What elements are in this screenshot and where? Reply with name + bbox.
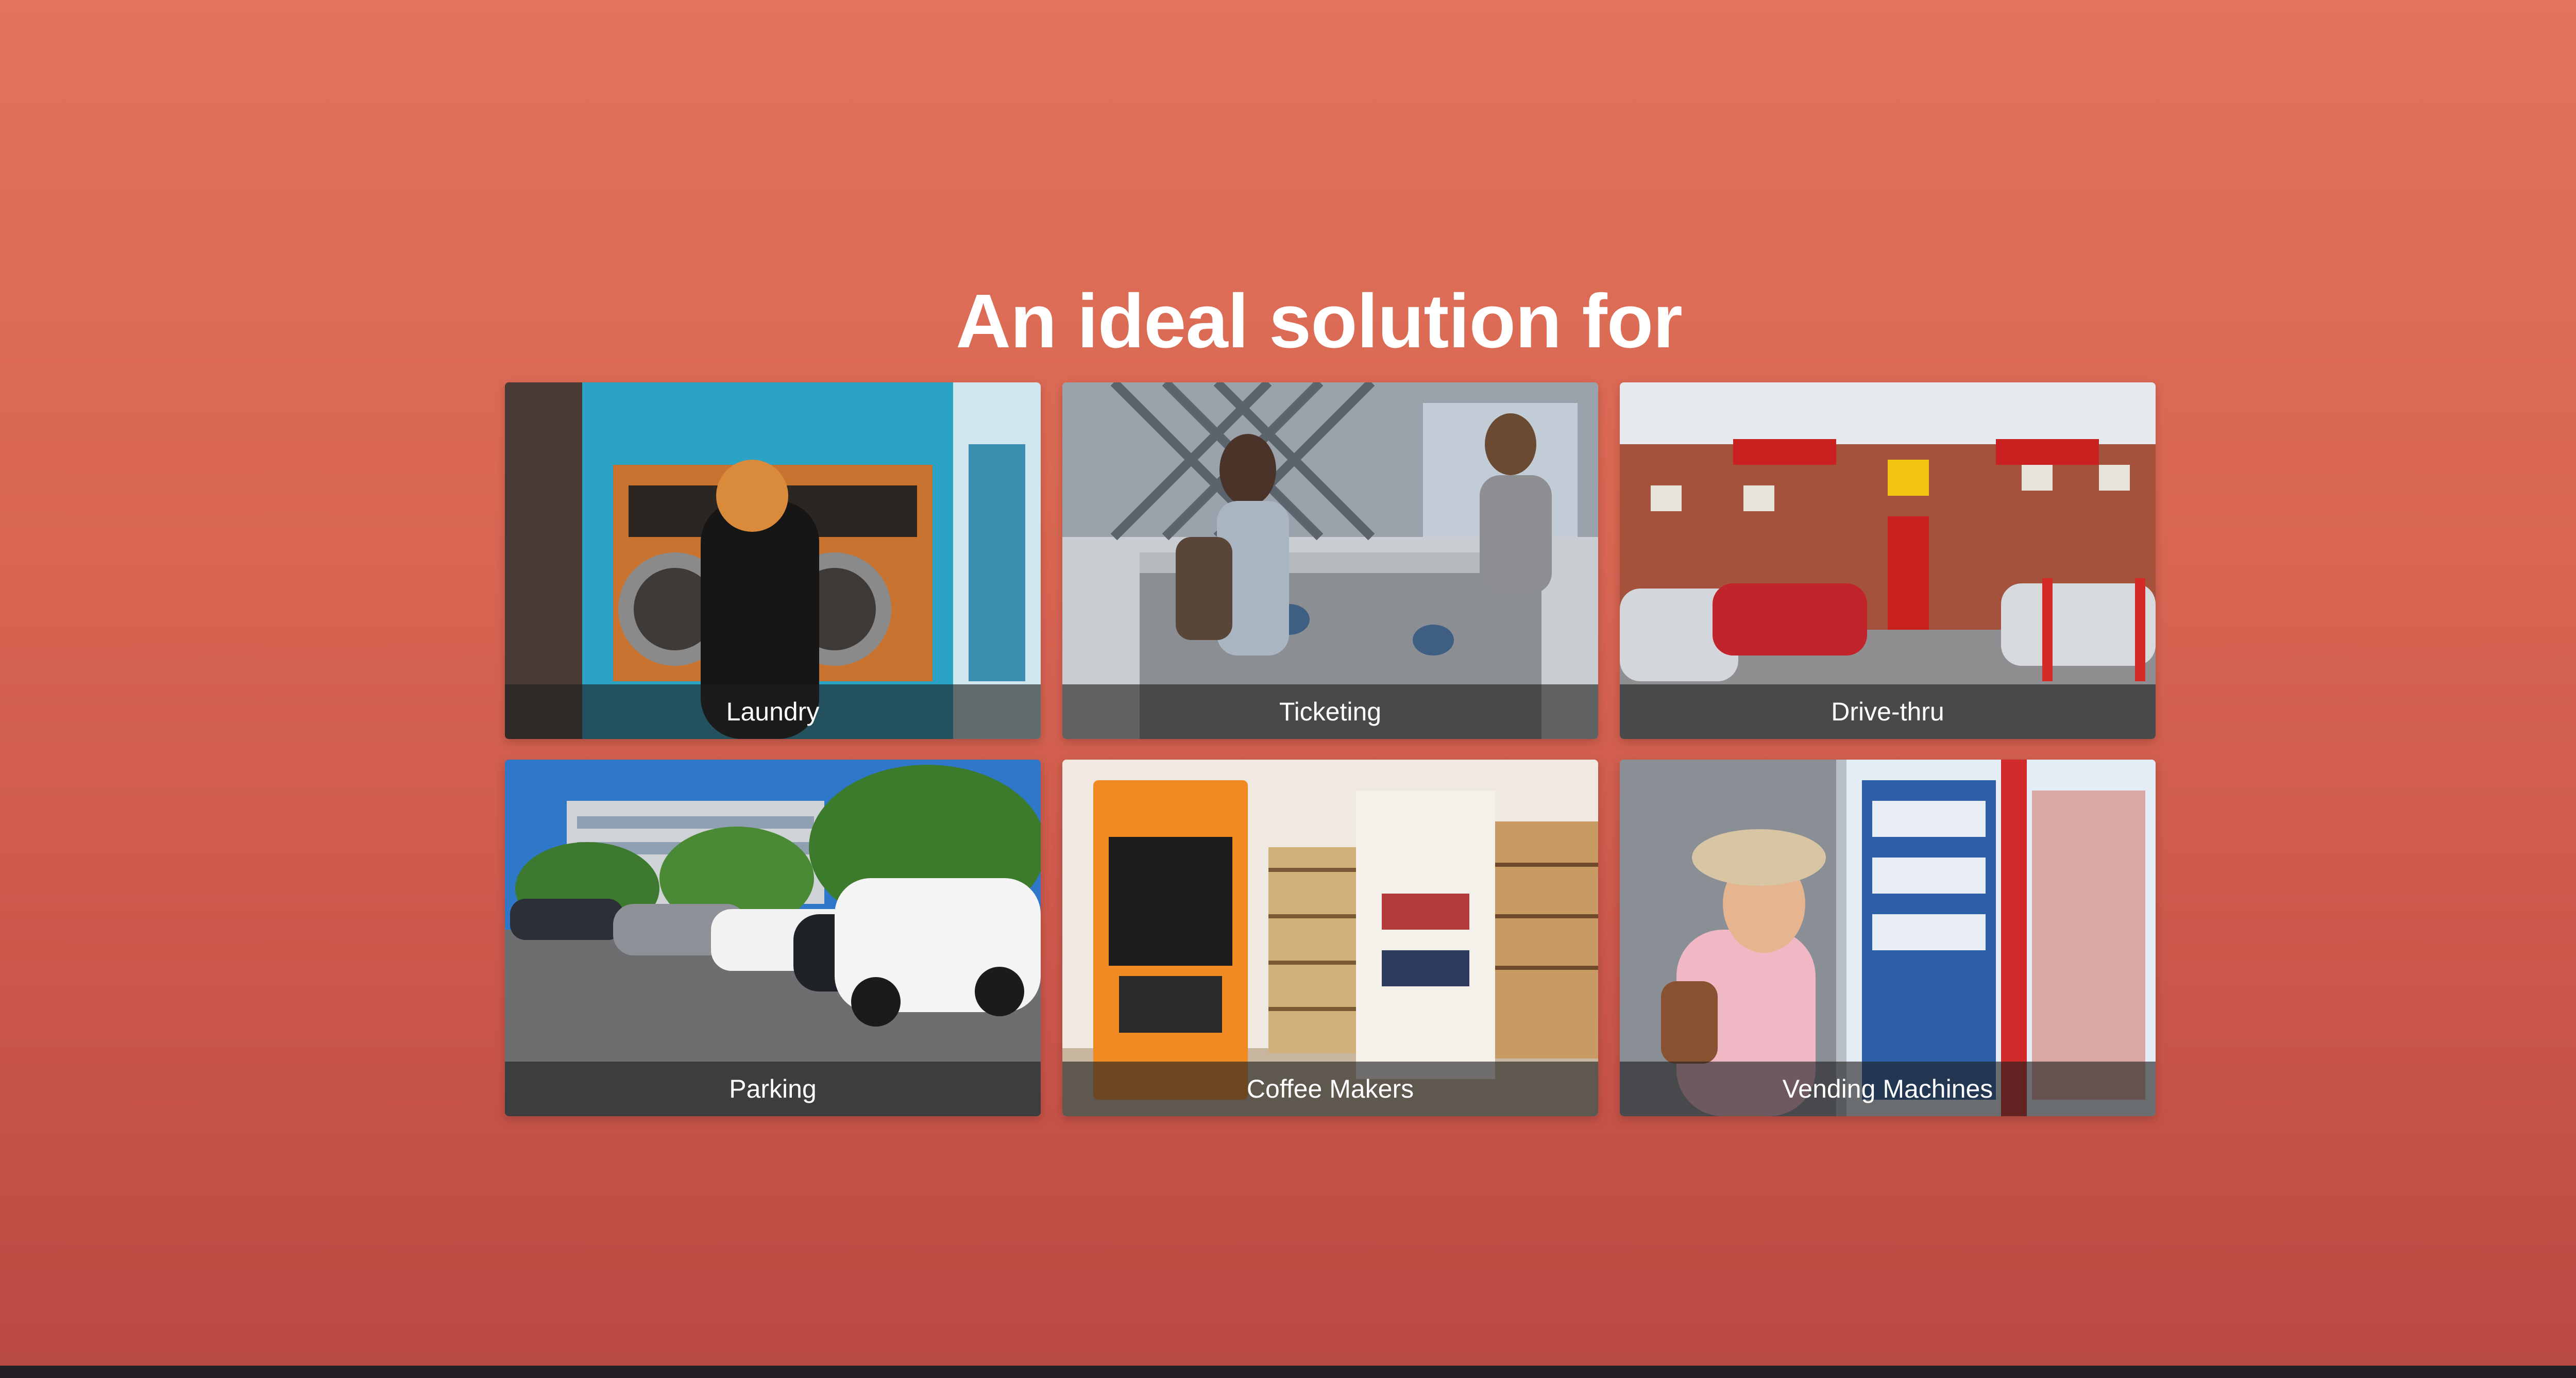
tile-vending-machines[interactable]: Vending Machines — [1620, 760, 2156, 1116]
tile-label-drive-thru: Drive-thru — [1831, 697, 1944, 726]
use-case-grid: Laundry Ticketing Drive-thru Parking Cof… — [505, 382, 2156, 1116]
tile-label-ticketing: Ticketing — [1279, 697, 1382, 726]
use-cases-section: An ideal solution for Laundry Ticketing … — [0, 0, 2576, 1366]
tile-label-parking: Parking — [729, 1074, 817, 1103]
tile-caption: Laundry — [505, 684, 1041, 739]
tile-label-vending-machines: Vending Machines — [1782, 1074, 1993, 1103]
tile-parking[interactable]: Parking — [505, 760, 1041, 1116]
tile-ticketing[interactable]: Ticketing — [1062, 382, 1598, 739]
section-heading: An ideal solution for — [956, 279, 1683, 364]
tile-label-laundry: Laundry — [726, 697, 820, 726]
tile-caption: Coffee Makers — [1062, 1062, 1598, 1116]
footer-bar — [0, 1366, 2576, 1378]
tile-caption: Parking — [505, 1062, 1041, 1116]
tile-coffee-makers[interactable]: Coffee Makers — [1062, 760, 1598, 1116]
tile-caption: Ticketing — [1062, 684, 1598, 739]
tile-caption: Drive-thru — [1620, 684, 2156, 739]
tile-drive-thru[interactable]: Drive-thru — [1620, 382, 2156, 739]
tile-label-coffee-makers: Coffee Makers — [1246, 1074, 1414, 1103]
tile-laundry[interactable]: Laundry — [505, 382, 1041, 739]
tile-caption: Vending Machines — [1620, 1062, 2156, 1116]
